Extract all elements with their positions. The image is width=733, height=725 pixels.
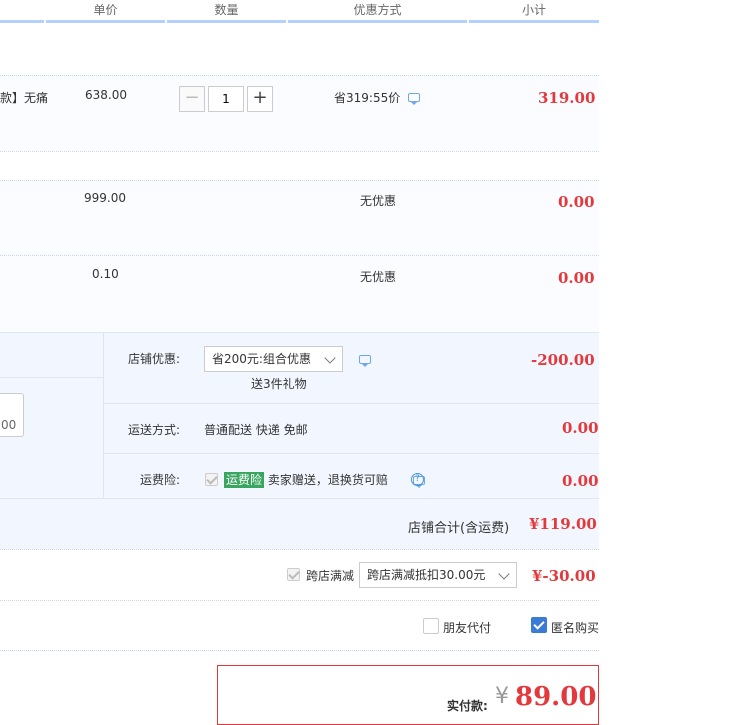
message-input-text: 00 <box>1 418 17 432</box>
vertical-divider <box>103 332 104 498</box>
divider <box>0 498 599 499</box>
header-discount: 优惠方式 <box>288 0 467 23</box>
promo-text: 省319:55价 <box>334 91 401 105</box>
divider <box>0 332 599 333</box>
header-quantity: 数量 <box>167 0 286 23</box>
chat-icon[interactable] <box>408 93 421 105</box>
shipping-amount: 0.00 <box>562 419 599 437</box>
divider <box>0 549 599 550</box>
cross-store-amount: ¥-30.00 <box>532 567 596 585</box>
quantity-increase-button[interactable]: + <box>247 86 273 112</box>
header-subtotal: 小计 <box>469 0 599 23</box>
shop-total-amount: ¥119.00 <box>529 515 597 533</box>
item-title[interactable]: 款】无痛 <box>0 89 48 106</box>
divider <box>0 255 599 256</box>
item-price: 638.00 <box>85 88 127 102</box>
divider <box>103 453 599 454</box>
divider <box>0 600 599 601</box>
chevron-down-icon <box>324 352 336 364</box>
item-promo: 无优惠 <box>360 194 397 208</box>
shop-coupon-select[interactable]: 省200元:组合优惠 <box>204 346 343 372</box>
shipping-label: 运送方式: <box>128 423 181 437</box>
item-promo: 无优惠 <box>360 270 397 284</box>
shop-total-label: 店铺合计(含运费) <box>408 521 510 536</box>
chat-icon[interactable] <box>359 355 371 367</box>
friend-pay-checkbox[interactable] <box>423 618 439 634</box>
cross-store-checkbox[interactable] <box>287 568 300 581</box>
shipping-value: 普通配送 快递 免邮 <box>204 423 308 437</box>
insurance-label: 运费险: <box>140 473 181 487</box>
header-col-blank <box>0 0 44 23</box>
insurance-amount: 0.00 <box>562 472 599 490</box>
header-unit-price: 单价 <box>46 0 165 23</box>
item-subtotal: 0.00 <box>558 269 595 287</box>
item-price: 999.00 <box>84 191 126 205</box>
divider <box>103 403 599 404</box>
item-promo: 省319:55价 <box>334 89 421 106</box>
item-row-1 <box>0 75 599 151</box>
question-icon[interactable]: ? <box>411 473 424 486</box>
insurance-text: 卖家赠送，退换货可赔 <box>267 473 388 487</box>
shop-coupon-amount: -200.00 <box>531 351 595 369</box>
anonymous-label: 匿名购买 <box>551 621 600 635</box>
item-subtotal: 0.00 <box>558 193 595 211</box>
cross-store-select[interactable]: 跨店满减抵扣30.00元 <box>359 562 517 588</box>
insurance-checkbox[interactable] <box>205 473 218 486</box>
quantity-decrease-button[interactable]: − <box>179 86 205 112</box>
divider <box>0 650 599 651</box>
message-input[interactable]: 00 <box>0 393 24 437</box>
divider <box>0 377 103 378</box>
shop-coupon-value: 省200元:组合优惠 <box>212 352 311 366</box>
insurance-tag: 运费险 <box>224 472 265 488</box>
divider <box>0 75 599 76</box>
cross-store-value: 跨店满减抵扣30.00元 <box>367 568 486 582</box>
shop-coupon-gift: 送3件礼物 <box>251 377 307 391</box>
quantity-input[interactable] <box>208 86 244 112</box>
shop-coupon-label: 店铺优惠: <box>128 352 181 366</box>
anonymous-checkbox[interactable] <box>531 617 547 633</box>
cart-table-header: 单价 数量 优惠方式 小计 <box>0 0 599 23</box>
chevron-down-icon <box>498 568 510 580</box>
divider <box>0 180 599 181</box>
item-price: 0.10 <box>92 267 119 281</box>
divider <box>0 151 599 152</box>
payment-label: 实付款: <box>447 699 488 713</box>
cross-store-label: 跨店满减 <box>306 569 355 583</box>
currency-symbol: ¥ <box>495 684 509 709</box>
friend-pay-label: 朋友代付 <box>443 621 492 635</box>
item-subtotal: 319.00 <box>538 89 596 107</box>
payment-amount: 89.00 <box>515 682 597 712</box>
insurance-info: 运费险 卖家赠送，退换货可赔 <box>224 471 388 488</box>
